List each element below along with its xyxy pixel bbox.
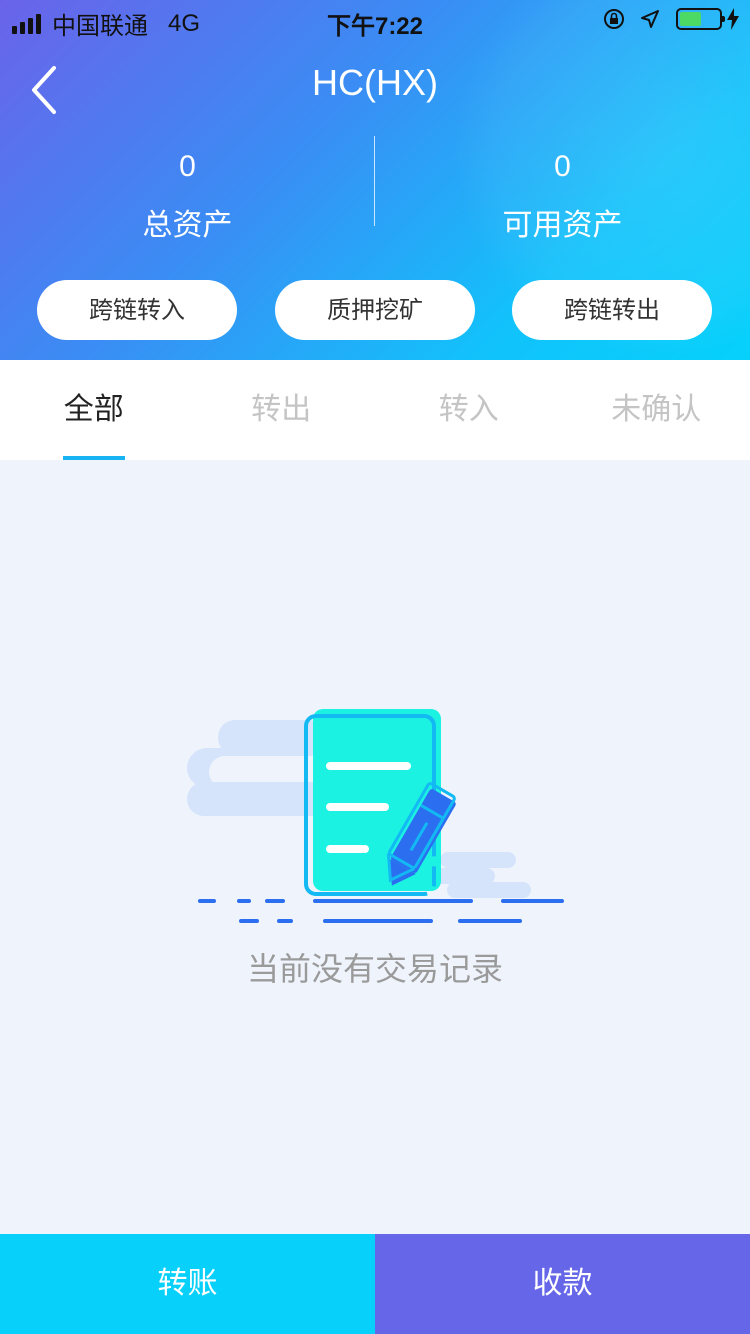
transfer-button[interactable]: 转账 bbox=[0, 1234, 375, 1334]
empty-state-message: 当前没有交易记录 bbox=[246, 950, 503, 988]
total-assets-value: 0 bbox=[179, 150, 196, 183]
total-assets-label: 总资产 bbox=[142, 208, 233, 243]
document-pen-icon bbox=[187, 709, 564, 923]
cross-chain-in-button[interactable]: 跨链转入 bbox=[37, 280, 237, 340]
tab-transfer-out[interactable]: 转出 bbox=[188, 360, 376, 460]
tab-transfer-in[interactable]: 转入 bbox=[375, 360, 563, 460]
tab-unconfirmed[interactable]: 未确认 bbox=[563, 360, 750, 460]
available-assets: 0 可用资产 bbox=[375, 0, 750, 244]
cross-chain-out-button[interactable]: 跨链转出 bbox=[512, 280, 712, 340]
total-assets: 0 总资产 bbox=[0, 0, 375, 244]
staking-mining-button[interactable]: 质押挖矿 bbox=[275, 280, 475, 340]
active-tab-indicator bbox=[63, 456, 125, 460]
asset-header: 中国联通 4G 下午7:22 HC(HX) 0 总资产 0 可用资产 跨链转入 … bbox=[0, 0, 750, 360]
receive-button[interactable]: 收款 bbox=[375, 1234, 750, 1334]
available-assets-value: 0 bbox=[554, 150, 571, 183]
transaction-tabs: 全部 转出 转入 未确认 bbox=[0, 360, 750, 460]
available-assets-label: 可用资产 bbox=[502, 208, 623, 243]
tab-all[interactable]: 全部 bbox=[0, 360, 188, 460]
